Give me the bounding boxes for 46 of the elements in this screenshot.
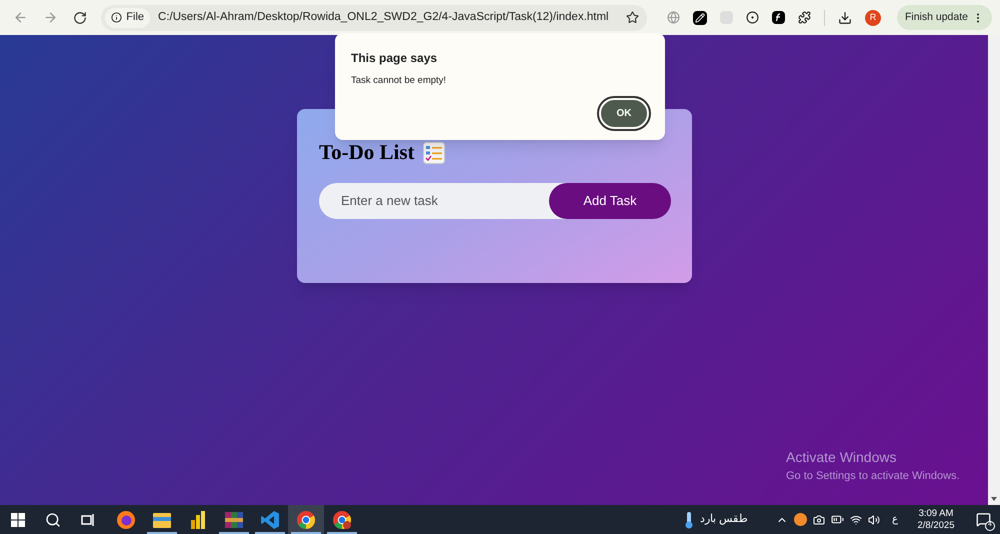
profile-avatar[interactable]: R [864, 10, 881, 26]
dialog-message: Task cannot be empty! [351, 74, 448, 88]
search-icon[interactable] [45, 512, 61, 528]
bar-chart-icon [189, 510, 207, 530]
add-task-button[interactable]: Add Task [549, 182, 671, 218]
checklist-icon [422, 142, 444, 164]
record-icon[interactable] [746, 11, 759, 24]
folder-icon [152, 510, 172, 528]
wifi-icon[interactable] [850, 514, 862, 526]
activation-title: Activate Windows [786, 448, 898, 467]
weather-text: طقس بارد [700, 512, 748, 528]
download-icon[interactable] [838, 10, 852, 24]
ok-button[interactable]: OK [599, 98, 649, 130]
function-icon[interactable] [772, 11, 785, 24]
books-icon [224, 510, 244, 530]
bookmark-star-icon[interactable] [626, 11, 639, 24]
task-input-field[interactable]: Enter a new task [319, 182, 549, 218]
extensions-icon[interactable] [798, 11, 811, 24]
address-bar[interactable]: File C:/Users/Al-Ahram/Desktop/Rowida_ONL2_SWD2_G2/4-JavaScript/Task(12)/index.html [101, 4, 647, 30]
finish-update-button[interactable]: Finish update [896, 5, 992, 30]
code-editor-icon [260, 510, 280, 530]
language-indicator[interactable]: ع [892, 512, 898, 527]
todo-title: To-Do List [319, 139, 414, 166]
dialog-title: This page says [351, 50, 438, 67]
site-info-chip[interactable]: File [105, 8, 150, 28]
alert-badge-icon[interactable] [794, 513, 807, 526]
windows-logo-icon[interactable] [11, 512, 25, 526]
clock[interactable]: 3:09 AM 2/8/2025 [910, 508, 962, 532]
browser-icon [296, 510, 316, 530]
thermometer-icon [684, 510, 694, 528]
reload-icon[interactable] [73, 10, 88, 24]
back-icon[interactable] [13, 10, 28, 25]
globe-icon[interactable] [666, 11, 680, 24]
url-text: C:/Users/Al-Ahram/Desktop/Rowida_ONL2_SWD2_G2/4-JavaScript/Task(12)/index.html [158, 10, 610, 25]
scroll-down-icon[interactable] [991, 497, 997, 501]
camera-icon[interactable] [813, 514, 825, 526]
pen-icon[interactable] [692, 10, 707, 24]
task-view-icon[interactable] [81, 512, 95, 526]
browser-icon [332, 510, 352, 530]
forward-icon[interactable] [43, 10, 58, 25]
info-icon [111, 12, 122, 23]
taskbar-app-button[interactable] [288, 505, 324, 534]
firefox-icon [116, 510, 136, 530]
activation-message: Go to Settings to activate Windows. [786, 469, 960, 484]
battery-icon[interactable] [831, 513, 844, 526]
volume-icon[interactable] [868, 514, 880, 526]
